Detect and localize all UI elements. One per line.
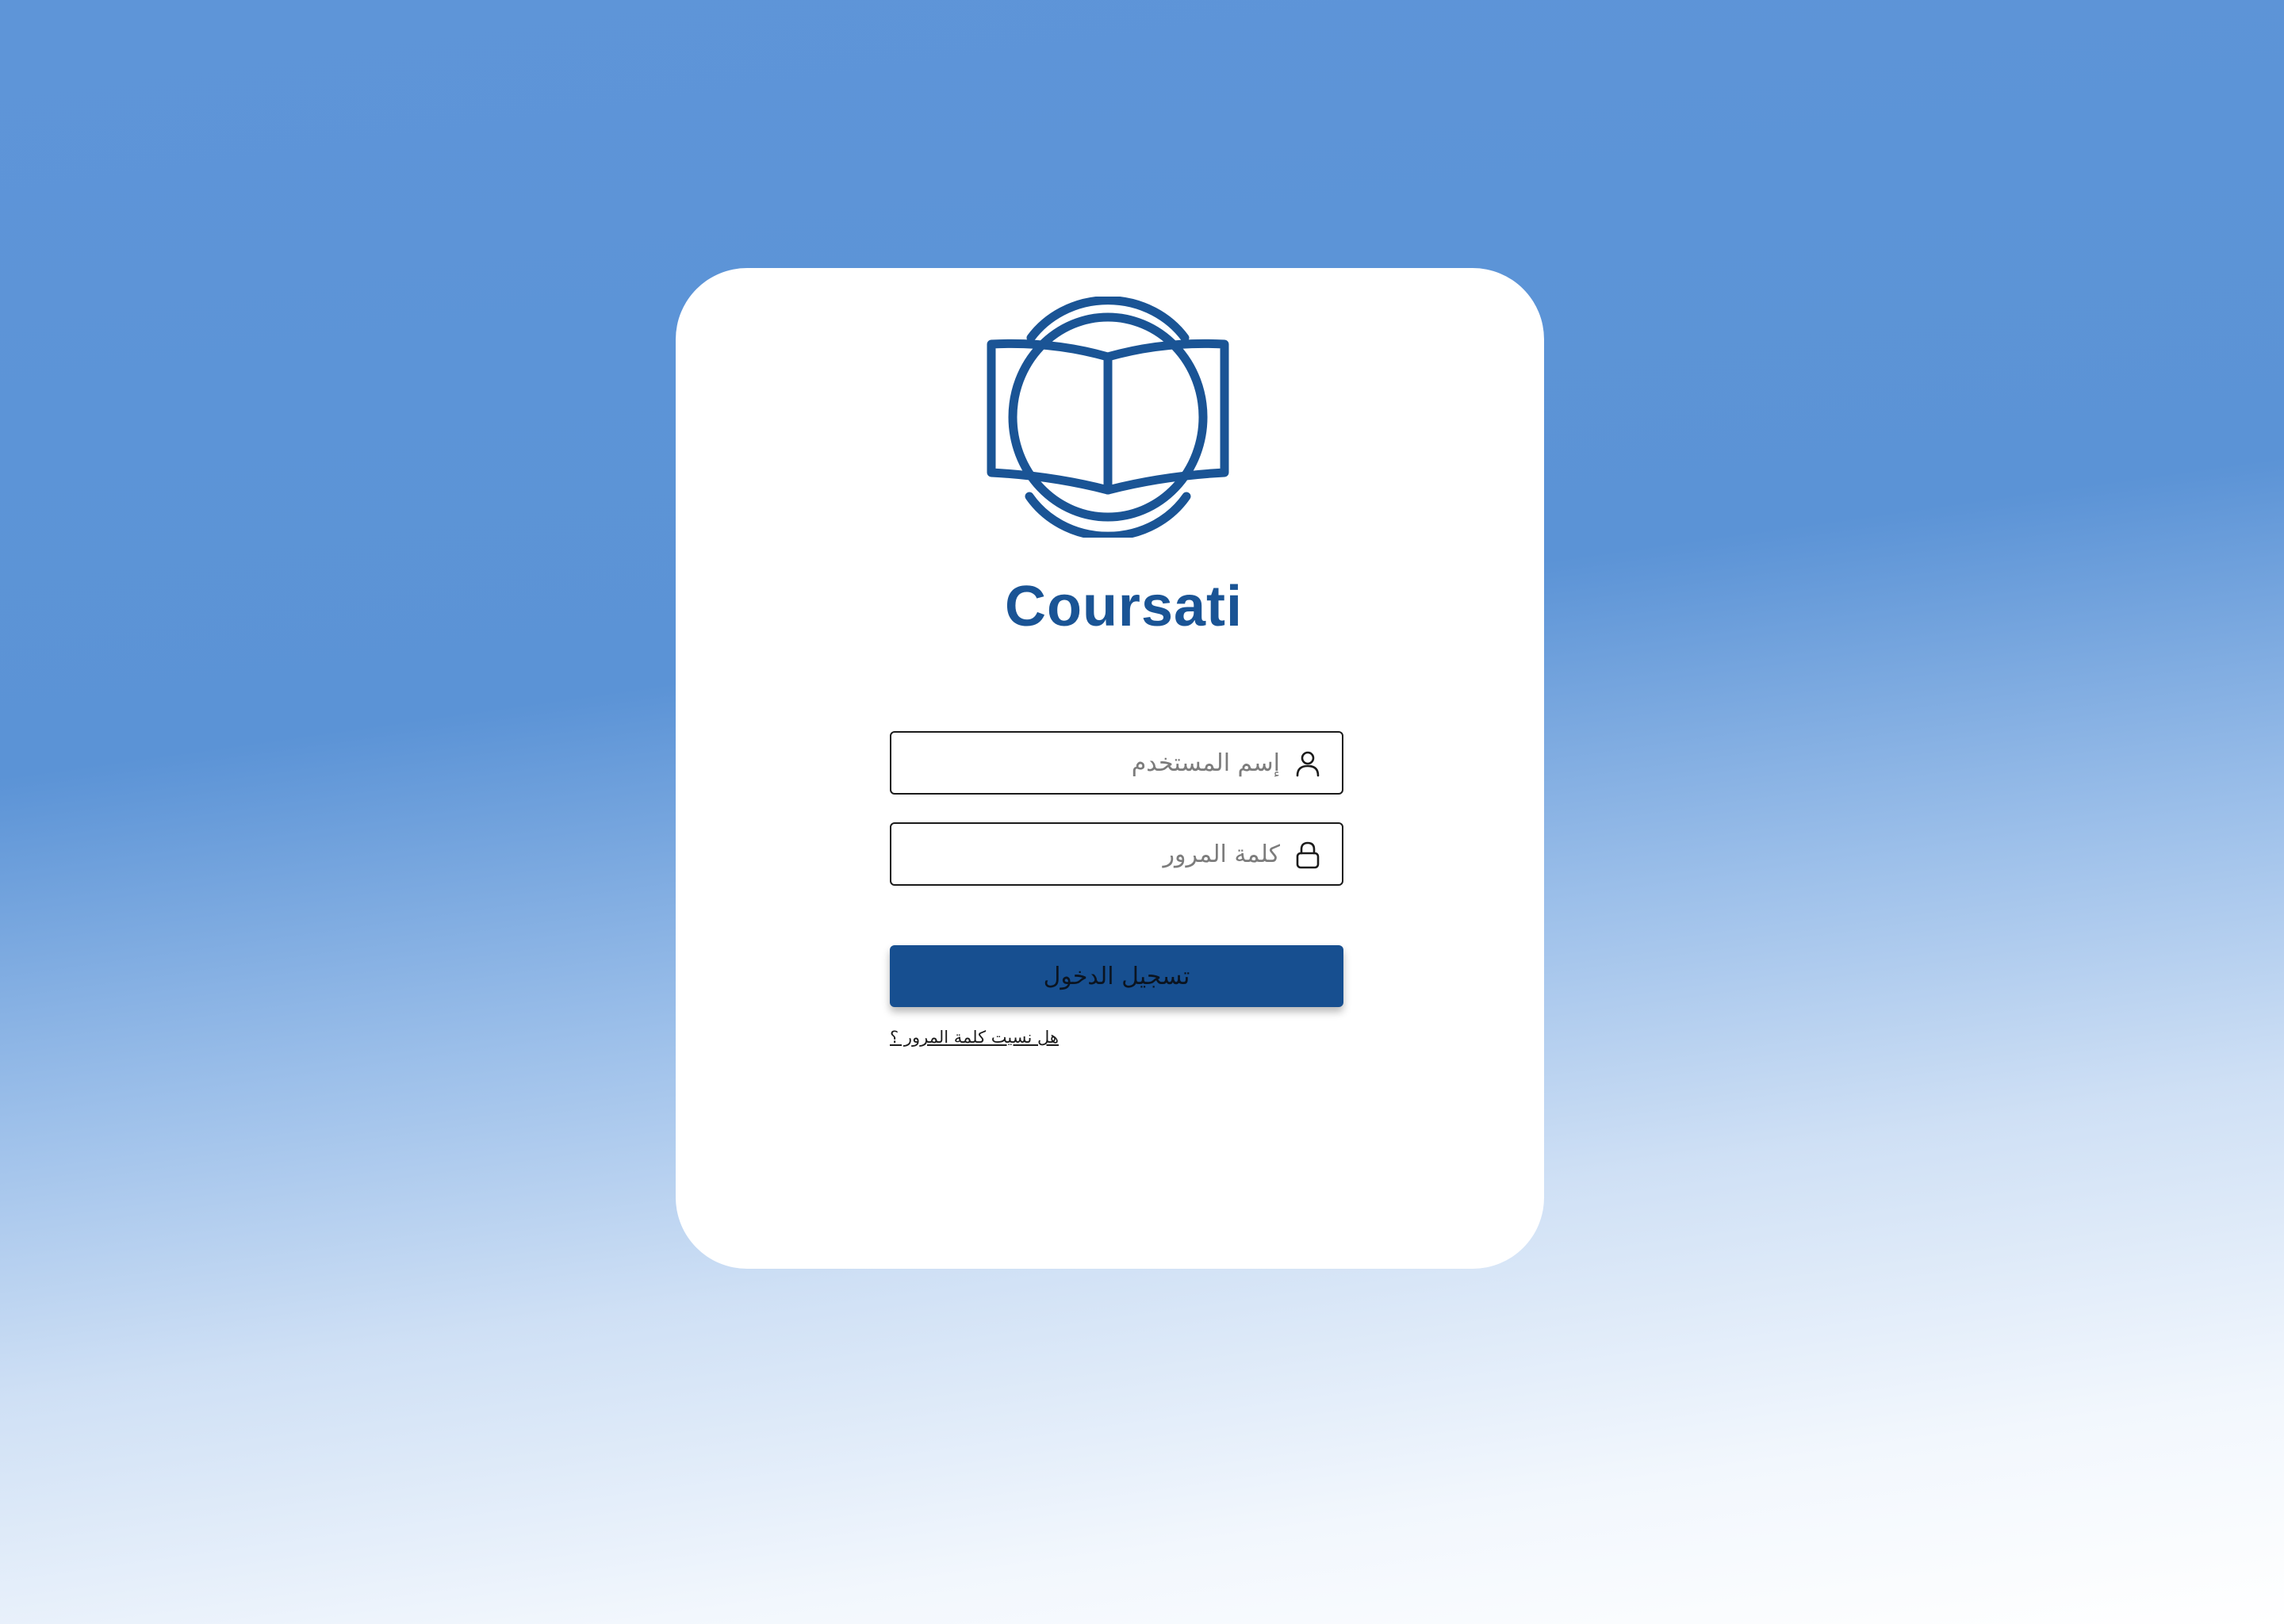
forgot-password-link[interactable]: هل نسيت كلمة المرور ؟ [890, 1028, 1059, 1047]
login-card: Coursati تسجيل الدخول هل نسيت كلمة المرو… [676, 268, 1544, 1269]
password-input[interactable] [907, 824, 1280, 884]
username-field[interactable] [890, 731, 1343, 795]
brand-title: Coursati [1004, 575, 1244, 638]
login-button[interactable]: تسجيل الدخول [890, 945, 1343, 1007]
username-input[interactable] [907, 733, 1280, 793]
open-book-globe-icon [985, 297, 1231, 538]
password-field[interactable] [890, 822, 1343, 886]
lock-icon [1293, 840, 1323, 870]
user-icon [1293, 749, 1323, 779]
